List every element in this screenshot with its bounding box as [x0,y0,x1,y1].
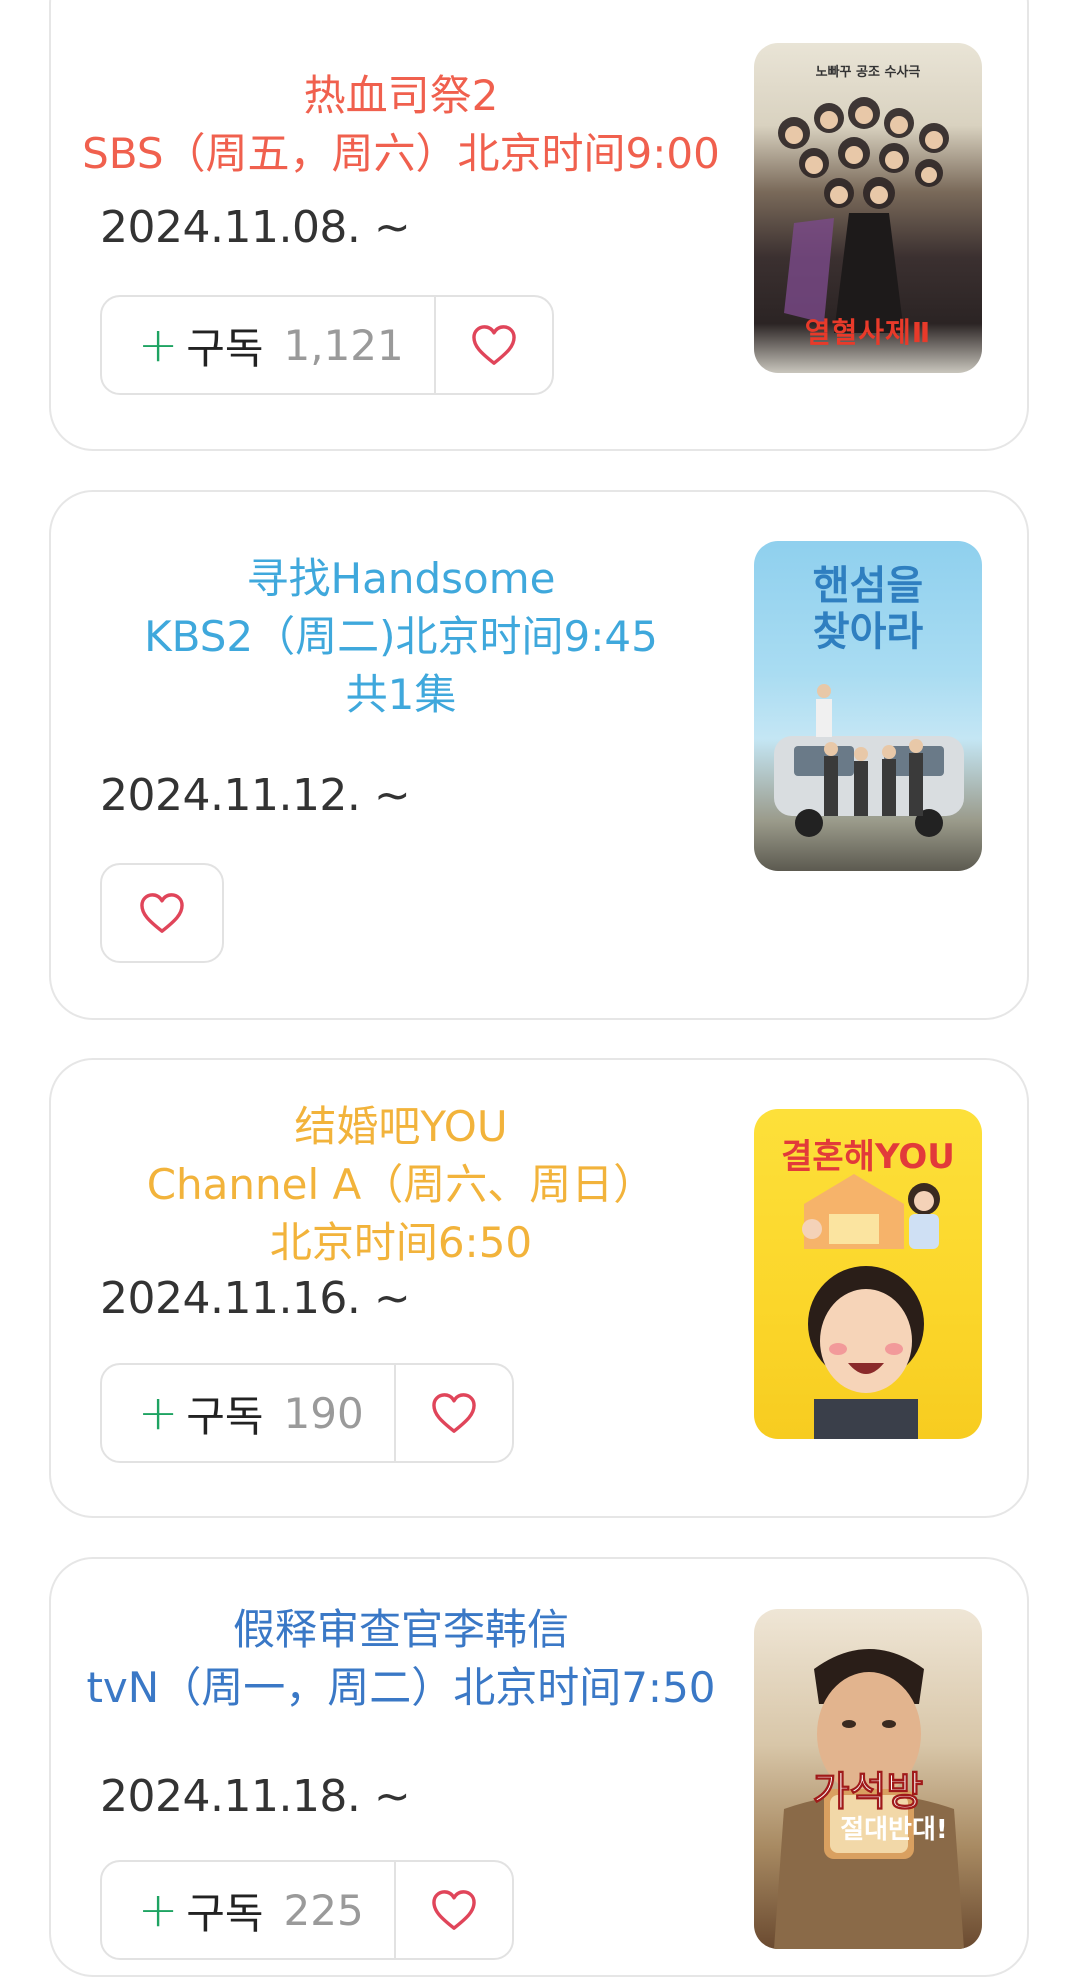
subscribe-label: 구독 [186,323,264,373]
heart-icon [431,1890,476,1930]
heart-icon [431,1393,476,1433]
subscribe-label: 구독 [186,1888,264,1938]
air-date: 2024.11.16. ~ [100,1273,411,1324]
show-card-4[interactable]: 假释审查官李韩信 tvN（周一，周二）北京时间7:50 2024.11.18. … [49,1557,1029,1977]
action-group: + 구독 225 [100,1860,514,1960]
poster-logo: 결혼해YOU [781,1137,955,1177]
subscribe-button[interactable]: + 구독 190 [102,1365,396,1461]
heart-icon [471,325,516,365]
poster-image[interactable]: 가석방 절대반대! [754,1609,982,1949]
action-group: + 구독 1,121 [100,295,554,395]
poster-logo: 핸섬을 찾아라 [812,563,924,655]
poster-logo: 열혈사제Ⅱ [804,316,932,349]
plus-icon: + [138,317,179,373]
like-button[interactable] [396,1365,512,1461]
subscribe-count: 190 [283,1388,364,1438]
subscribe-count: 1,121 [283,320,404,370]
subscribe-button[interactable]: + 구독 225 [102,1862,396,1958]
action-group: + 구독 190 [100,1363,514,1463]
like-button[interactable] [436,297,552,393]
show-card-1[interactable]: 热血司祭2 SBS（周五，周六）北京时间9:00 2024.11.08. ~ +… [49,0,1029,451]
action-group [100,863,224,963]
show-title: 寻找Handsome KBS2（周二)北京时间9:45 共1集 [144,554,658,719]
show-card-2[interactable]: 寻找Handsome KBS2（周二)北京时间9:45 共1集 2024.11.… [49,490,1029,1020]
subscribe-label: 구독 [186,1391,264,1441]
like-button[interactable] [396,1862,512,1958]
subscribe-count: 225 [283,1885,364,1935]
heart-icon [140,893,184,933]
poster-image[interactable]: 노빠꾸 공조 수사극 열혈사제Ⅱ [754,43,982,373]
like-button[interactable] [102,865,222,961]
show-title: 假释审查官李韩信 tvN（周一，周二）北京时间7:50 [86,1605,716,1712]
plus-icon: + [138,1385,179,1441]
poster-subtitle: 절대반대! [840,1815,948,1845]
plus-icon: + [138,1882,179,1938]
air-date: 2024.11.18. ~ [100,1771,411,1822]
subscribe-button[interactable]: + 구독 1,121 [102,297,436,393]
show-title: 结婚吧YOU Channel A（周六、周日） 北京时间6:50 [146,1102,656,1267]
poster-tagline: 노빠꾸 공조 수사극 [815,65,921,80]
show-card-3[interactable]: 结婚吧YOU Channel A（周六、周日） 北京时间6:50 2024.11… [49,1058,1029,1518]
air-date: 2024.11.08. ~ [100,202,411,253]
poster-image[interactable]: 핸섬을 찾아라 [754,541,982,871]
air-date: 2024.11.12. ~ [100,770,411,821]
poster-image[interactable]: 결혼해YOU [754,1109,982,1439]
show-title: 热血司祭2 SBS（周五，周六）北京时间9:00 [82,71,720,178]
